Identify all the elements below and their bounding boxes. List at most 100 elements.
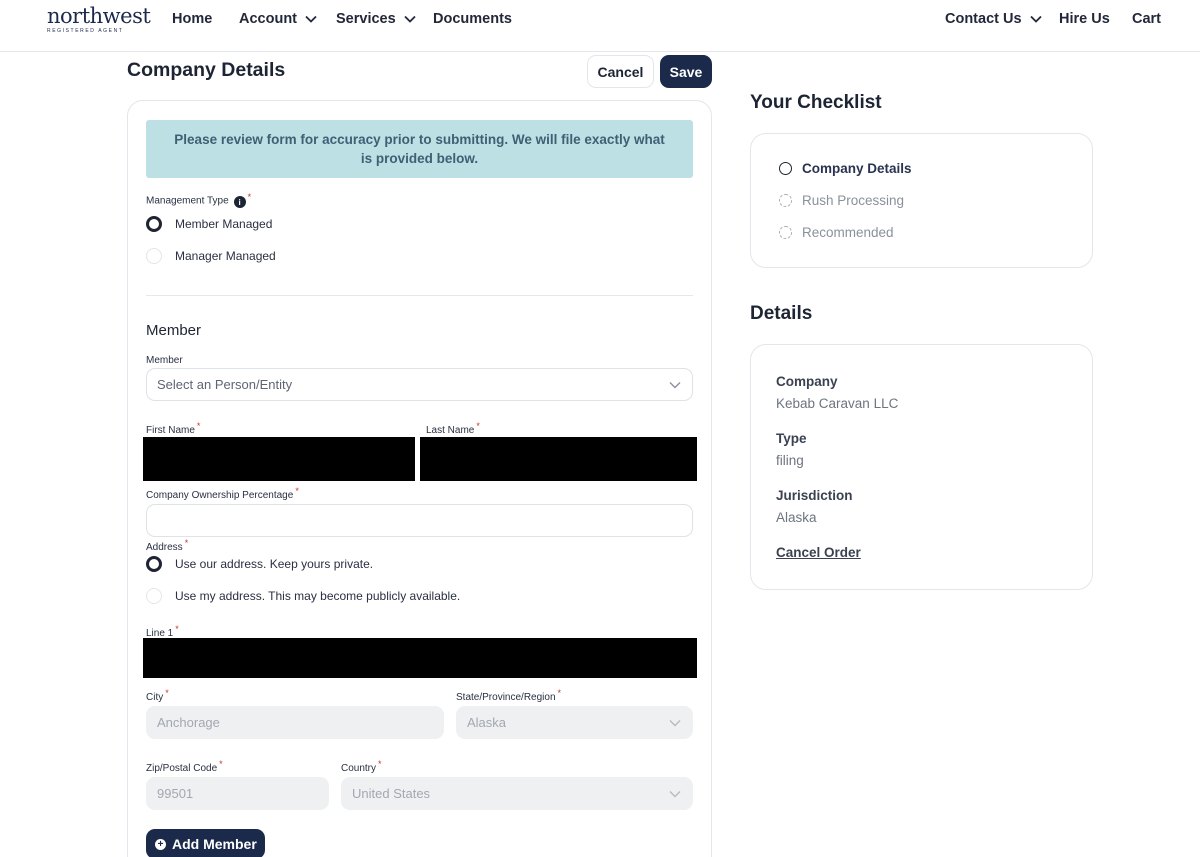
country-select[interactable]: United States bbox=[341, 777, 693, 810]
section-divider bbox=[146, 295, 693, 296]
nav-account[interactable]: Account bbox=[239, 11, 317, 27]
company-value: Kebab Caravan LLC bbox=[776, 396, 899, 411]
radio-manager-managed-label: Manager Managed bbox=[175, 249, 276, 263]
checklist-item-recommended[interactable]: Recommended bbox=[779, 225, 894, 240]
address-label-text: Address bbox=[146, 542, 183, 553]
type-label: Type bbox=[776, 431, 807, 446]
required-asterisk: * bbox=[184, 538, 189, 548]
nav-home[interactable]: Home bbox=[172, 11, 212, 27]
chevron-down-icon bbox=[669, 791, 681, 798]
circle-icon bbox=[779, 162, 792, 175]
radio-use-our-address-label: Use our address. Keep yours private. bbox=[175, 557, 374, 571]
chevron-down-icon bbox=[404, 15, 416, 23]
chevron-down-icon bbox=[305, 15, 317, 23]
radio-member-managed[interactable]: Member Managed bbox=[146, 216, 272, 232]
details-title: Details bbox=[750, 303, 813, 324]
nav-cart[interactable]: Cart bbox=[1132, 11, 1161, 27]
nav-hire-us[interactable]: Hire Us bbox=[1059, 11, 1110, 27]
dashed-circle-icon bbox=[779, 194, 792, 207]
checklist-item-rush-processing[interactable]: Rush Processing bbox=[779, 193, 904, 208]
last-name-input-redacted[interactable] bbox=[420, 437, 697, 481]
required-asterisk: * bbox=[557, 688, 562, 698]
save-button[interactable]: Save bbox=[660, 55, 712, 88]
nav-account-label: Account bbox=[239, 11, 297, 27]
dashed-circle-icon bbox=[779, 226, 792, 239]
state-value: Alaska bbox=[467, 715, 507, 730]
zip-value: 99501 bbox=[157, 786, 194, 801]
plus-circle-icon: + bbox=[155, 838, 166, 850]
radio-button-checked[interactable] bbox=[146, 216, 162, 232]
radio-button-checked[interactable] bbox=[146, 556, 162, 572]
chevron-down-icon bbox=[669, 720, 681, 727]
required-asterisk: * bbox=[295, 486, 299, 496]
radio-member-managed-label: Member Managed bbox=[175, 217, 273, 231]
checklist-item-label: Recommended bbox=[802, 225, 894, 240]
northwest-logo[interactable]: northwest REGISTERED AGENT bbox=[47, 4, 151, 35]
ownership-percentage-input[interactable] bbox=[146, 504, 693, 537]
nav-cart-label: Cart bbox=[1132, 11, 1162, 27]
required-asterisk: * bbox=[247, 191, 252, 202]
line1-input-redacted[interactable] bbox=[143, 638, 697, 678]
logo-tagline: REGISTERED AGENT bbox=[47, 28, 124, 34]
nav-documents[interactable]: Documents bbox=[433, 11, 512, 27]
address-label: Address * bbox=[146, 538, 188, 553]
state-label: State/Province/Region * bbox=[456, 688, 561, 703]
management-type-label-text: Management Type bbox=[146, 195, 229, 207]
state-label-text: State/Province/Region bbox=[456, 692, 556, 703]
cancel-button[interactable]: Cancel bbox=[587, 55, 654, 88]
logo-brand-text: northwest bbox=[47, 4, 151, 28]
city-input[interactable]: Anchorage bbox=[146, 706, 444, 739]
add-member-button[interactable]: + Add Member bbox=[146, 829, 265, 857]
first-name-label: First Name * bbox=[146, 421, 200, 436]
last-name-label: Last Name * bbox=[426, 421, 480, 436]
radio-use-my-address[interactable]: Use my address. This may become publicly… bbox=[146, 588, 460, 604]
city-label-text: City bbox=[146, 692, 164, 703]
required-asterisk: * bbox=[378, 759, 382, 769]
nav-contact-us-label: Contact Us bbox=[945, 11, 1022, 27]
page-title: Company Details bbox=[127, 59, 286, 81]
radio-use-our-address[interactable]: Use our address. Keep yours private. bbox=[146, 556, 373, 572]
nav-home-label: Home bbox=[172, 11, 213, 27]
required-asterisk: * bbox=[175, 624, 179, 634]
city-value: Anchorage bbox=[157, 715, 220, 730]
required-asterisk: * bbox=[219, 759, 223, 769]
chevron-down-icon bbox=[1029, 15, 1042, 23]
nav-services[interactable]: Services bbox=[336, 11, 416, 27]
radio-button[interactable] bbox=[146, 248, 162, 264]
chevron-down-icon bbox=[669, 382, 681, 389]
nav-contact-us[interactable]: Contact Us bbox=[945, 11, 1042, 27]
zip-label: Zip/Postal Code * bbox=[146, 759, 223, 774]
radio-button[interactable] bbox=[146, 588, 162, 604]
member-section-title: Member bbox=[146, 322, 202, 339]
nav-documents-label: Documents bbox=[433, 11, 512, 27]
checklist-item-company-details[interactable]: Company Details bbox=[779, 161, 912, 176]
jurisdiction-label: Jurisdiction bbox=[776, 488, 853, 503]
radio-use-my-address-label: Use my address. This may become publicly… bbox=[175, 589, 461, 603]
country-label: Country * bbox=[341, 759, 382, 774]
nav-hire-us-label: Hire Us bbox=[1059, 11, 1110, 27]
first-name-input-redacted[interactable] bbox=[143, 437, 415, 481]
checklist-item-label: Company Details bbox=[802, 161, 912, 176]
checklist-item-label: Rush Processing bbox=[802, 193, 905, 208]
top-navigation-bar: northwest REGISTERED AGENT Home Account … bbox=[0, 0, 1200, 52]
country-value: United States bbox=[352, 786, 431, 801]
required-asterisk: * bbox=[165, 688, 169, 698]
last-name-label-text: Last Name bbox=[426, 425, 475, 436]
info-icon[interactable]: i bbox=[233, 196, 246, 208]
required-asterisk: * bbox=[196, 421, 201, 431]
zip-label-text: Zip/Postal Code bbox=[146, 763, 218, 774]
add-member-label: Add Member bbox=[172, 836, 257, 852]
state-select[interactable]: Alaska bbox=[456, 706, 693, 739]
nav-services-label: Services bbox=[336, 11, 396, 27]
radio-manager-managed[interactable]: Manager Managed bbox=[146, 248, 276, 264]
country-label-text: Country bbox=[341, 763, 377, 774]
review-notice-banner: Please review form for accuracy prior to… bbox=[146, 120, 693, 178]
ownership-percentage-label: Company Ownership Percentage * bbox=[146, 486, 299, 501]
member-select-dropdown[interactable]: Select an Person/Entity bbox=[146, 368, 693, 401]
zip-input[interactable]: 99501 bbox=[146, 777, 329, 810]
ownership-percentage-label-text: Company Ownership Percentage bbox=[146, 490, 294, 501]
cancel-order-link[interactable]: Cancel Order bbox=[776, 545, 861, 560]
management-type-label: Management Type i* bbox=[146, 191, 252, 208]
member-select-label: Member bbox=[146, 355, 183, 366]
member-select-placeholder: Select an Person/Entity bbox=[157, 377, 293, 392]
